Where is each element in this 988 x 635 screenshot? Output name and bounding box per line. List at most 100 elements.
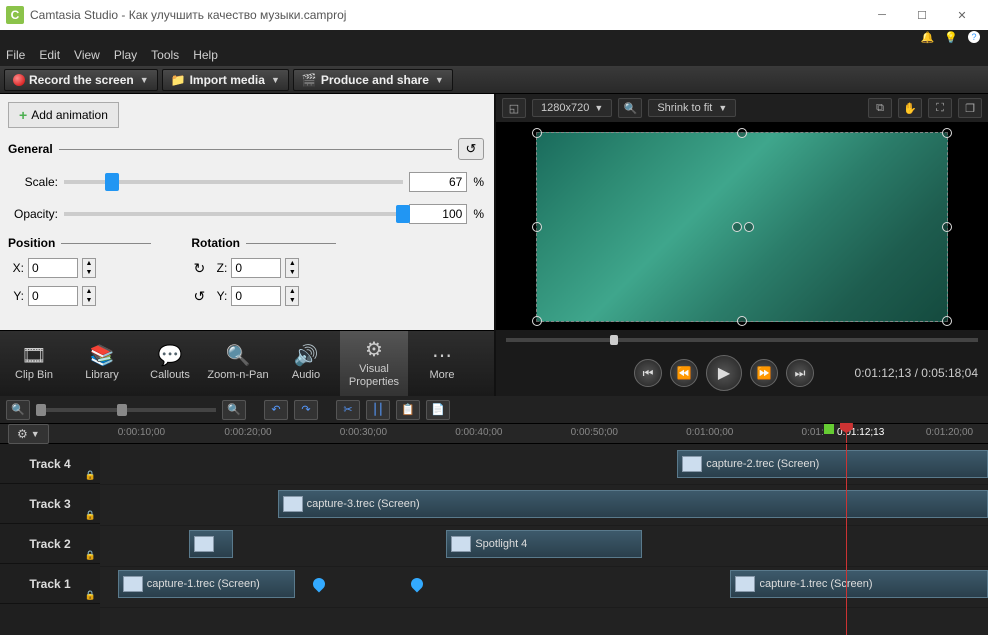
chevron-down-icon: ▼ (271, 75, 280, 85)
bulb-icon[interactable]: 💡 (944, 31, 958, 44)
opacity-input[interactable] (409, 204, 467, 224)
clip-capture1b[interactable]: capture-1.trec (Screen) (730, 570, 988, 598)
lock-icon[interactable]: 🔒 (85, 510, 96, 521)
add-animation-button[interactable]: + Add animation (8, 102, 119, 128)
scale-slider[interactable] (64, 180, 403, 184)
tab-library[interactable]: 📚Library (68, 331, 136, 396)
clip-capture2[interactable]: capture-2.trec (Screen) (677, 450, 988, 478)
properties-pane: + Add animation General ↺ Scale: % Opaci… (0, 94, 496, 396)
close-button[interactable]: ✕ (942, 3, 982, 27)
opacity-slider[interactable] (64, 212, 403, 216)
preview-canvas[interactable] (496, 122, 988, 330)
rotation-y-input[interactable] (231, 286, 281, 306)
canvas-size-icon[interactable]: ◱ (502, 98, 526, 118)
import-media-button[interactable]: 📁 Import media ▼ (162, 69, 289, 91)
tab-audio[interactable]: 🔊Audio (272, 331, 340, 396)
rotate-z-icon: ↻ (191, 260, 207, 277)
track-header-4[interactable]: Track 4🔒 (0, 444, 100, 484)
menu-play[interactable]: Play (114, 48, 137, 62)
rotation-z-stepper[interactable]: ▲▼ (285, 258, 299, 278)
next-clip-button[interactable]: ⏭ (786, 359, 814, 387)
playback-controls: ⏮ ⏪ ▶ ⏩ ⏭ 0:01:12;13 / 0:05:18;04 (496, 350, 988, 396)
track-header-3[interactable]: Track 3🔒 (0, 484, 100, 524)
rotation-y-stepper[interactable]: ▲▼ (285, 286, 299, 306)
zoom-out-icon[interactable]: 🔍 (6, 400, 30, 420)
produce-share-button[interactable]: 🎬 Produce and share ▼ (293, 69, 453, 91)
dimensions-dropdown[interactable]: 1280x720 ▼ (532, 99, 612, 117)
track-area[interactable]: capture-2.trec (Screen) capture-3.trec (… (100, 444, 988, 635)
tab-more[interactable]: ⋯More (408, 331, 476, 396)
copy-button[interactable]: 📋 (396, 400, 420, 420)
zoom-dropdown[interactable]: Shrink to fit ▼ (648, 99, 736, 117)
keyframe-icon[interactable] (311, 576, 328, 593)
keyframe-icon[interactable] (408, 576, 425, 593)
crop-icon[interactable]: ⧉ (868, 98, 892, 118)
play-button[interactable]: ▶ (706, 355, 742, 391)
lock-icon[interactable]: 🔒 (85, 590, 96, 601)
prev-clip-button[interactable]: ⏮ (634, 359, 662, 387)
film-icon: 🎬 (302, 73, 317, 87)
reset-button[interactable]: ↺ (458, 138, 484, 160)
search-icon[interactable]: 🔍 (618, 98, 642, 118)
chevron-down-icon: ▼ (140, 75, 149, 85)
tab-visual-properties[interactable]: ⚙Visual Properties (340, 331, 408, 396)
position-y-input[interactable] (28, 286, 78, 306)
record-screen-button[interactable]: Record the screen ▼ (4, 69, 158, 91)
timeline-options-button[interactable]: ⚙ ▼ (8, 424, 49, 444)
step-fwd-button[interactable]: ⏩ (750, 359, 778, 387)
menu-help[interactable]: Help (193, 48, 218, 62)
zoom-in-icon[interactable]: 🔍 (222, 400, 246, 420)
position-y-stepper[interactable]: ▲▼ (82, 286, 96, 306)
marker-in-icon[interactable] (824, 424, 834, 434)
tab-zoom-pan[interactable]: 🔍Zoom-n-Pan (204, 331, 272, 396)
redo-button[interactable]: ↷ (294, 400, 318, 420)
timeline-ruler[interactable]: ⚙ ▼ 0:00:10;00 0:00:20;00 0:00:30;00 0:0… (0, 424, 988, 444)
timeline-zoom-slider[interactable] (36, 408, 216, 412)
menu-bar: File Edit View Play Tools Help (0, 44, 988, 66)
menu-tools[interactable]: Tools (151, 48, 179, 62)
preview-scrubber[interactable] (506, 338, 978, 342)
split-button[interactable]: ⎮⎮ (366, 400, 390, 420)
preview-pane: ◱ 1280x720 ▼ 🔍 Shrink to fit ▼ ⧉ ✋ ⛶ ❐ (496, 94, 988, 396)
record-icon (13, 74, 25, 86)
clip-bin-icon: 🎞 (21, 345, 46, 367)
pan-icon[interactable]: ✋ (898, 98, 922, 118)
clip-anim1[interactable] (189, 530, 233, 558)
audio-icon: 🔊 (294, 345, 319, 367)
lock-icon[interactable]: 🔒 (85, 470, 96, 481)
tab-clip-bin[interactable]: 🎞Clip Bin (0, 331, 68, 396)
clip-spotlight4[interactable]: Spotlight 4 (446, 530, 641, 558)
scale-input[interactable] (409, 172, 467, 192)
track-header-1[interactable]: Track 1🔒 (0, 564, 100, 604)
track-header-2[interactable]: Track 2🔒 (0, 524, 100, 564)
bell-icon[interactable]: 🔔 (921, 31, 935, 44)
more-icon: ⋯ (432, 345, 452, 367)
rotation-z-input[interactable] (231, 258, 281, 278)
clip-capture1a[interactable]: capture-1.trec (Screen) (118, 570, 296, 598)
clip-thumbnail-icon (194, 536, 214, 552)
app-logo: C (6, 6, 24, 24)
menu-view[interactable]: View (74, 48, 100, 62)
menu-edit[interactable]: Edit (39, 48, 60, 62)
lock-icon[interactable]: 🔒 (85, 550, 96, 561)
detach-icon[interactable]: ❐ (958, 98, 982, 118)
help-icon[interactable]: ? (968, 31, 980, 43)
cut-button[interactable]: ✂ (336, 400, 360, 420)
chevron-down-icon: ▼ (435, 75, 444, 85)
position-x-input[interactable] (28, 258, 78, 278)
undo-button[interactable]: ↶ (264, 400, 288, 420)
library-icon: 📚 (90, 345, 115, 367)
maximize-button[interactable]: ☐ (902, 3, 942, 27)
general-heading: General (8, 142, 53, 156)
menu-file[interactable]: File (6, 48, 25, 62)
tool-tabs: 🎞Clip Bin 📚Library 💬Callouts 🔍Zoom-n-Pan… (0, 330, 494, 396)
step-back-button[interactable]: ⏪ (670, 359, 698, 387)
video-clip-selection[interactable] (536, 132, 948, 322)
position-x-stepper[interactable]: ▲▼ (82, 258, 96, 278)
tab-callouts[interactable]: 💬Callouts (136, 331, 204, 396)
paste-button[interactable]: 📄 (426, 400, 450, 420)
clip-capture3[interactable]: capture-3.trec (Screen) (278, 490, 988, 518)
fullscreen-icon[interactable]: ⛶ (928, 98, 952, 118)
minimize-button[interactable]: ─ (862, 3, 902, 27)
track-headers: Track 4🔒 Track 3🔒 Track 2🔒 Track 1🔒 (0, 444, 100, 635)
